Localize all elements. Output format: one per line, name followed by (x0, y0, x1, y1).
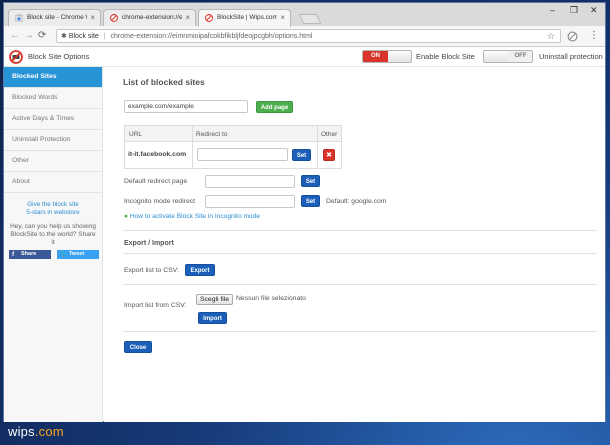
toggle-state: OFF (514, 53, 527, 59)
incognito-help-text: How to activate Block Site in Incognito … (129, 213, 260, 220)
twitter-tweet-label: Tweet (69, 251, 85, 257)
close-window-icon[interactable]: ✕ (590, 5, 598, 16)
menu-icon[interactable]: ⋮ (589, 30, 599, 41)
rate-line-2: 5-stars in webstore (26, 209, 80, 216)
chrome-window: Block site - Chrome Web × chrome-extensi… (3, 2, 606, 422)
share-message: Hey, can you help us showing BlockSite t… (10, 223, 96, 246)
import-button[interactable]: Import (198, 312, 227, 324)
incognito-help-link[interactable]: ● How to activate Block Site in Incognit… (124, 213, 260, 220)
close-tab-icon[interactable]: × (280, 13, 285, 22)
toggle-knob (388, 51, 411, 62)
section-divider (123, 253, 597, 254)
delete-site-button[interactable]: ✖ (323, 149, 335, 161)
export-label: Export list to CSV: (124, 267, 179, 274)
share-buttons: f Share 🐦 Tweet (4, 250, 102, 260)
import-label: Import list from CSV: (124, 302, 187, 309)
sidebar-item-blocked-sites[interactable]: Blocked Sites (4, 67, 102, 88)
enable-blocksite-label: Enable Block Site (416, 52, 475, 61)
rate-webstore-link[interactable]: Give the block site 5-stars in webstore (4, 201, 102, 217)
no-file-selected-text: Nessun file selezionato (236, 295, 306, 302)
sidebar: Blocked Sites Blocked Words Active Days … (4, 67, 103, 422)
address-separator: | (103, 33, 106, 40)
blocksite-favicon-icon (205, 14, 213, 22)
set-incognito-redirect-button[interactable]: Set (301, 195, 320, 207)
sidebar-item-blocked-words[interactable]: Blocked Words (4, 88, 102, 109)
section-divider (123, 230, 597, 231)
tab-blocksite-wips[interactable]: BlockSite | Wips.com × (198, 9, 291, 27)
extension-header: Block Site Options ON Enable Block Site … (4, 47, 605, 67)
section-divider (123, 331, 597, 332)
table-divider (192, 126, 193, 168)
toggle-state: ON (363, 51, 388, 62)
blocked-sites-heading: List of blocked sites (123, 77, 205, 87)
watermark-tld: .com (34, 424, 64, 439)
blocked-url-cell: it-it.facebook.com (128, 151, 187, 158)
column-header-url: URL (129, 131, 143, 138)
section-divider (123, 284, 597, 285)
twitter-icon: 🐦 (60, 251, 69, 258)
blocksite-logo-icon (9, 50, 23, 64)
address-badge: Block site (68, 33, 99, 40)
tab-title: chrome-extension://eim (122, 14, 182, 21)
sidebar-item-about[interactable]: About (4, 172, 102, 193)
help-circle-icon: ● (124, 213, 128, 220)
tab-chrome-web-store[interactable]: Block site - Chrome Web × (8, 9, 101, 26)
main-content: List of blocked sites example.com/exampl… (104, 67, 605, 422)
reload-icon[interactable]: ⟳ (38, 30, 46, 41)
browser-toolbar: ← → ⟳ ✱ Block site | chrome-extension://… (4, 26, 605, 47)
set-redirect-button[interactable]: Set (292, 149, 311, 161)
enable-blocksite-toggle[interactable]: ON (362, 50, 412, 63)
address-url: chrome-extension://eimnmioipafcokbfikblj… (110, 33, 313, 40)
puzzle-icon: ✱ (61, 33, 67, 40)
facebook-share-label: Share (21, 251, 37, 257)
blocksite-extension-icon[interactable] (567, 31, 578, 42)
close-tab-icon[interactable]: × (185, 13, 190, 22)
add-page-input[interactable]: example.com/example (124, 100, 248, 113)
default-redirect-label: Default redirect page (124, 178, 188, 185)
new-tab-button[interactable] (298, 14, 322, 24)
column-header-redirect: Redirect to (196, 131, 228, 138)
rate-line-1: Give the block site (27, 201, 79, 208)
export-import-heading: Export / Import (124, 240, 174, 247)
bookmark-star-icon[interactable]: ☆ (547, 31, 555, 42)
column-header-other: Other (321, 131, 338, 138)
uninstall-protection-label: Uninstall protection (539, 52, 603, 61)
choose-file-button[interactable]: Scegli file (196, 294, 234, 305)
wips-watermark: wips.com (8, 424, 64, 439)
uninstall-protection-toggle[interactable]: OFF (483, 50, 533, 63)
minimize-icon[interactable]: – (550, 5, 555, 15)
tab-extension-page[interactable]: chrome-extension://eim × (103, 9, 196, 26)
tab-strip: Block site - Chrome Web × chrome-extensi… (4, 3, 605, 27)
add-page-button[interactable]: Add page (256, 101, 293, 113)
webstore-favicon-icon (15, 14, 23, 22)
watermark-brand: wips (8, 424, 35, 439)
maximize-icon[interactable]: ❐ (570, 5, 578, 16)
table-header (125, 126, 341, 142)
close-button[interactable]: Close (124, 341, 152, 353)
tab-title: BlockSite | Wips.com (217, 14, 277, 21)
blocksite-favicon-icon (110, 14, 118, 22)
set-default-redirect-button[interactable]: Set (301, 175, 320, 187)
default-redirect-input[interactable] (205, 175, 295, 188)
sidebar-item-active-days[interactable]: Active Days & Times (4, 109, 102, 130)
forward-icon[interactable]: → (24, 30, 34, 41)
close-tab-icon[interactable]: × (90, 13, 95, 22)
back-icon[interactable]: ← (10, 30, 20, 41)
table-divider (317, 126, 318, 168)
sidebar-item-uninstall-protection[interactable]: Uninstall Protection (4, 130, 102, 151)
blocked-sites-table: URL Redirect to Other it-it.facebook.com… (124, 125, 342, 169)
toggle-knob (484, 51, 508, 62)
page-title: Block Site Options (28, 52, 90, 61)
export-button[interactable]: Export (185, 264, 215, 276)
sidebar-item-other[interactable]: Other (4, 151, 102, 172)
redirect-input[interactable] (197, 148, 288, 161)
tab-title: Block site - Chrome Web (27, 14, 87, 21)
twitter-tweet-button[interactable]: 🐦 Tweet (57, 250, 99, 259)
incognito-default-note: Default: google.com (326, 198, 387, 205)
incognito-redirect-label: Incognito mode redirect (124, 198, 196, 205)
address-bar[interactable]: ✱ Block site | chrome-extension://eimnmi… (56, 29, 561, 43)
facebook-share-button[interactable]: f Share (9, 250, 51, 259)
incognito-redirect-input[interactable] (205, 195, 295, 208)
facebook-icon: f (12, 251, 15, 258)
